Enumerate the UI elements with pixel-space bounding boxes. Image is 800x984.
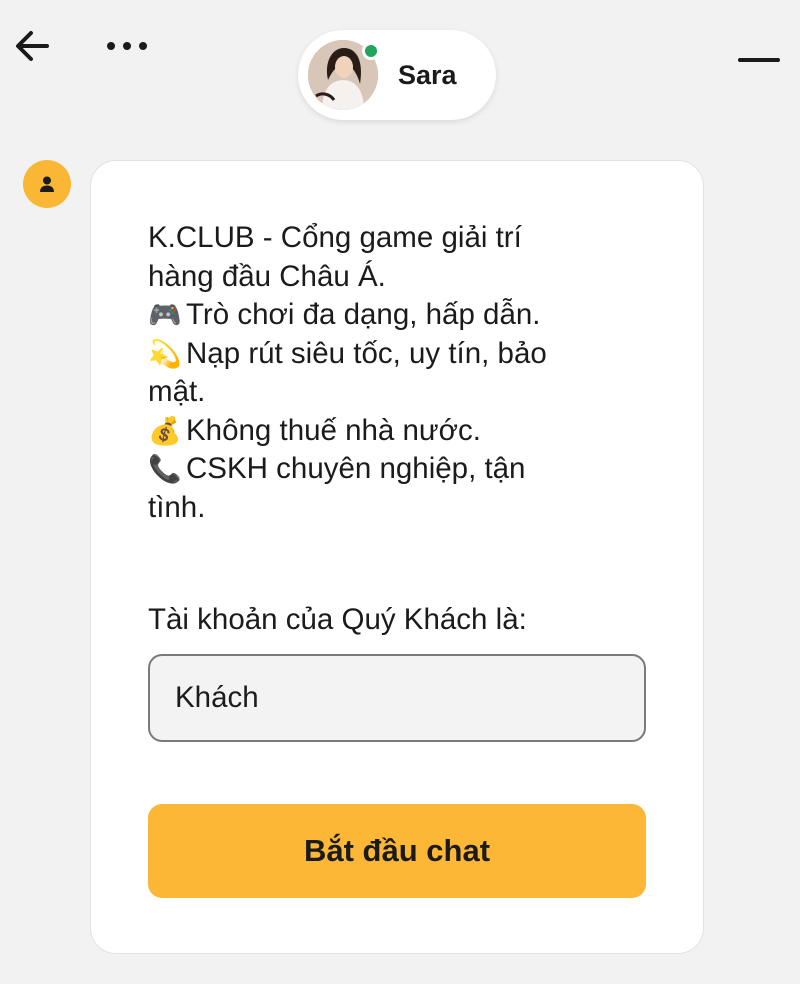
account-label: Tài khoản của Quý Khách là: <box>148 603 527 636</box>
game-controller-icon: 🎮 <box>148 300 182 330</box>
message-line: 💫 Nạp rút siêu tốc, uy tín, bảo <box>148 335 638 374</box>
user-icon <box>40 176 54 192</box>
money-bag-icon: 💰 <box>148 415 182 446</box>
message-line: mật. <box>148 375 206 408</box>
minimize-icon <box>738 58 780 62</box>
message-line: 💰 Không thuế nhà nước. <box>148 412 638 451</box>
agent-name: Sara <box>398 59 457 90</box>
account-input[interactable] <box>148 654 646 742</box>
start-chat-button[interactable]: Bắt đầu chat <box>148 804 646 898</box>
welcome-message: K.CLUB - Cổng game giải trí hàng đầu Châ… <box>148 219 638 527</box>
minimize-button[interactable] <box>734 40 784 80</box>
message-card: K.CLUB - Cổng game giải trí hàng đầu Châ… <box>90 160 704 954</box>
more-options-button[interactable] <box>98 28 156 64</box>
phone-icon: 📞 <box>148 454 182 484</box>
message-line: 📞 CSKH chuyên nghiệp, tận <box>148 450 638 489</box>
message-line: K.CLUB - Cổng game giải trí <box>148 221 522 254</box>
message-line: 🎮 Trò chơi đa dạng, hấp dẫn. <box>148 296 638 335</box>
more-horizontal-icon <box>107 42 115 50</box>
bot-avatar <box>23 160 71 208</box>
agent-avatar <box>308 40 380 110</box>
back-button[interactable] <box>10 24 54 68</box>
message-line: tình. <box>148 490 206 524</box>
arrow-left-icon <box>16 31 49 61</box>
dizzy-icon: 💫 <box>148 338 182 369</box>
chat-widget: Sara K.CLUB - Cổng game giải trí hàng đầ… <box>0 0 800 984</box>
agent-header: Sara <box>298 30 496 120</box>
online-status-indicator <box>362 42 380 60</box>
message-line: hàng đầu Châu Á. <box>148 259 386 293</box>
